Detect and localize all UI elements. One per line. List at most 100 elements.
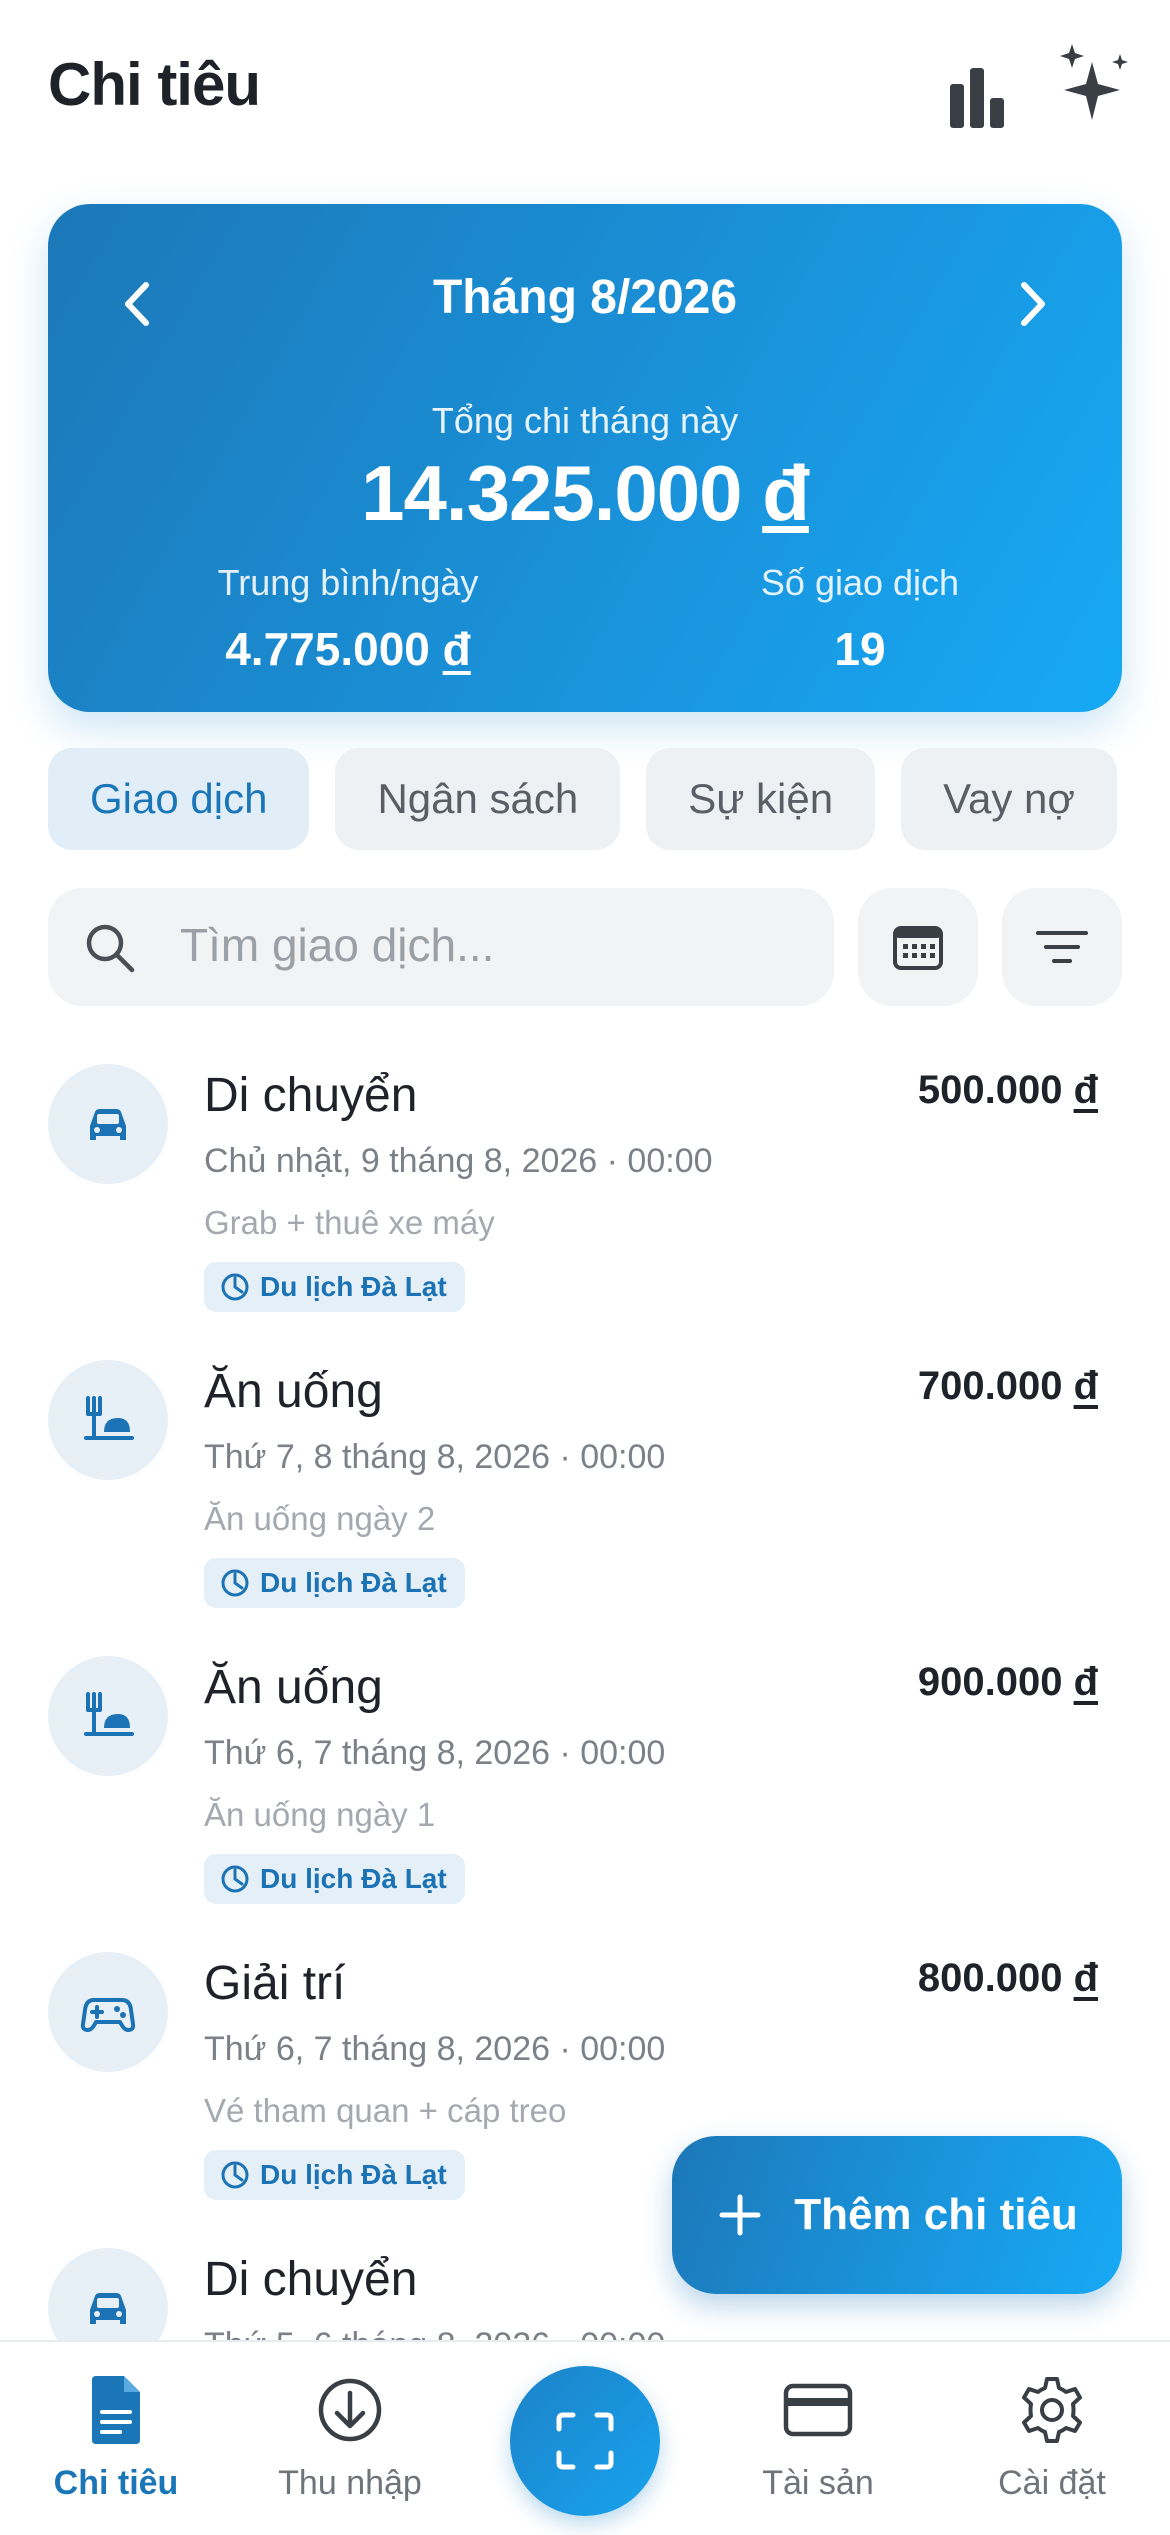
app-header: Chi tiêu (48, 40, 1138, 130)
event-tag-label: Du lịch Đà Lạt (260, 1567, 447, 1598)
bar-chart-icon (950, 68, 1004, 128)
search-placeholder: Tìm giao dịch... (180, 919, 495, 971)
transaction-amount: 500.000 đ (918, 1068, 1098, 1113)
tab-loans[interactable]: Vay nợ (901, 748, 1117, 850)
category-avatar (48, 1064, 168, 1184)
tab-events[interactable]: Sự kiện (646, 748, 876, 850)
monthly-summary-card: Tháng 8/2026 Tổng chi tháng này 14.325.0… (48, 204, 1122, 712)
search-icon (86, 924, 135, 973)
amount-value: 900.000 (917, 1660, 1063, 1704)
search-input[interactable]: Tìm giao dịch... (48, 888, 834, 1006)
calendar-icon (893, 926, 943, 970)
transaction-category: Di chuyển (204, 2253, 418, 2306)
average-per-day: Trung bình/ngày 4.775.000 đ (138, 562, 558, 676)
statistics-button[interactable] (938, 58, 1018, 138)
event-icon (221, 1865, 249, 1893)
transaction-row[interactable]: Di chuyển 500.000 đ Chủ nhật, 9 tháng 8,… (0, 1054, 1170, 1344)
currency-symbol: đ (762, 449, 810, 537)
download-circle-icon (318, 2378, 382, 2442)
transaction-row[interactable]: Ăn uống 900.000 đ Thứ 6, 7 tháng 8, 2026… (0, 1646, 1170, 1936)
nav-label: Chi tiêu (53, 2464, 179, 2502)
nav-label: Cài đặt (998, 2464, 1106, 2502)
event-tag[interactable]: Du lịch Đà Lạt (204, 1854, 465, 1904)
total-label: Tổng chi tháng này (431, 400, 739, 441)
amount-value: 800.000 (917, 1956, 1063, 2000)
nav-income[interactable]: Thu nhập (240, 2372, 460, 2503)
transaction-note: Ăn uống ngày 2 (204, 1500, 436, 1537)
ai-assistant-button[interactable] (1048, 40, 1138, 130)
add-expense-button[interactable]: Thêm chi tiêu (672, 2136, 1122, 2294)
gear-icon (1022, 2377, 1082, 2443)
tab-transactions[interactable]: Giao dịch (48, 748, 310, 850)
section-tabs: Giao dịch Ngân sách Sự kiện Vay nợ (48, 748, 1117, 852)
event-tag[interactable]: Du lịch Đà Lạt (204, 2150, 465, 2200)
next-month-button[interactable] (992, 264, 1072, 344)
currency-symbol: đ (1073, 1660, 1098, 1704)
count-value: 19 (834, 623, 886, 675)
page-title: Chi tiêu (48, 51, 261, 118)
event-tag[interactable]: Du lịch Đà Lạt (204, 1558, 465, 1608)
currency-symbol: đ (1073, 1364, 1098, 1408)
transaction-amount: 800.000 đ (918, 1956, 1098, 2001)
transaction-note: Grab + thuê xe máy (204, 1204, 495, 1241)
event-tag-label: Du lịch Đà Lạt (260, 1271, 447, 1302)
nav-expenses[interactable]: Chi tiêu (6, 2372, 226, 2503)
category-avatar (48, 1656, 168, 1776)
transaction-category: Ăn uống (204, 1661, 383, 1714)
average-amount: 4.775.000 (225, 623, 430, 675)
nav-label: Thu nhập (278, 2464, 422, 2502)
filter-button[interactable] (1002, 888, 1122, 1006)
total-amount: 14.325.000 (361, 449, 742, 537)
transaction-date: Thứ 7, 8 tháng 8, 2026 · 00:00 (204, 1438, 666, 1476)
transaction-row[interactable]: Ăn uống 700.000 đ Thứ 7, 8 tháng 8, 2026… (0, 1350, 1170, 1640)
count-label: Số giao dịch (760, 562, 960, 603)
transaction-category: Giải trí (204, 1957, 346, 2010)
add-expense-label: Thêm chi tiêu (794, 2190, 1078, 2239)
transaction-date: Thứ 6, 7 tháng 8, 2026 · 00:00 (204, 2030, 666, 2068)
nav-settings[interactable]: Cài đặt (942, 2372, 1162, 2503)
document-icon (92, 2376, 140, 2444)
event-icon (221, 1569, 249, 1597)
currency-symbol: đ (442, 623, 471, 675)
amount-value: 500.000 (917, 1068, 1063, 1112)
transaction-category: Di chuyển (204, 1069, 418, 1122)
gamepad-icon (80, 1998, 136, 2032)
transaction-note: Ăn uống ngày 1 (204, 1796, 436, 1833)
chevron-right-icon (1021, 282, 1045, 326)
category-avatar (48, 1360, 168, 1480)
category-avatar (48, 2248, 168, 2342)
event-icon (221, 2161, 249, 2189)
transaction-amount: 700.000 đ (918, 1364, 1098, 1409)
transaction-note: Vé tham quan + cáp treo (204, 2092, 567, 2129)
calendar-button[interactable] (858, 888, 978, 1006)
currency-symbol: đ (1073, 1956, 1098, 2000)
transaction-count: Số giao dịch 19 (650, 562, 1070, 676)
scan-button[interactable] (510, 2366, 660, 2516)
tab-budget[interactable]: Ngân sách (335, 748, 621, 850)
event-icon (221, 1273, 249, 1301)
month-label: Tháng 8/2026 (432, 271, 738, 324)
filter-icon (1036, 931, 1088, 963)
card-icon (783, 2383, 853, 2437)
expense-screen: Chi tiêu Tháng 8/2026 Tổng chi tháng này… (0, 0, 1170, 2535)
transaction-category: Ăn uống (204, 1365, 383, 1418)
amount-value: 700.000 (917, 1364, 1063, 1408)
total-value: 14.325.000 đ (48, 448, 1122, 539)
event-tag-label: Du lịch Đà Lạt (260, 2159, 447, 2190)
transaction-date: Thứ 6, 7 tháng 8, 2026 · 00:00 (204, 1734, 666, 1772)
event-tag-label: Du lịch Đà Lạt (260, 1863, 447, 1894)
car-icon (90, 2293, 126, 2324)
transaction-amount: 900.000 đ (918, 1660, 1098, 1705)
nav-assets[interactable]: Tài sản (708, 2372, 928, 2503)
bottom-navigation: Chi tiêu Thu nhập Tài sản Cài đặt (0, 2340, 1170, 2535)
car-icon (90, 1109, 126, 1140)
event-tag[interactable]: Du lịch Đà Lạt (204, 1262, 465, 1312)
nav-label: Tài sản (762, 2464, 874, 2502)
average-label: Trung bình/ngày (217, 562, 479, 603)
sparkle-icon (1060, 44, 1128, 120)
average-value: 4.775.000 đ (138, 622, 558, 676)
dining-icon (84, 1692, 134, 1736)
dining-icon (84, 1396, 134, 1440)
scan-icon (556, 2412, 614, 2470)
plus-icon (719, 2194, 761, 2236)
